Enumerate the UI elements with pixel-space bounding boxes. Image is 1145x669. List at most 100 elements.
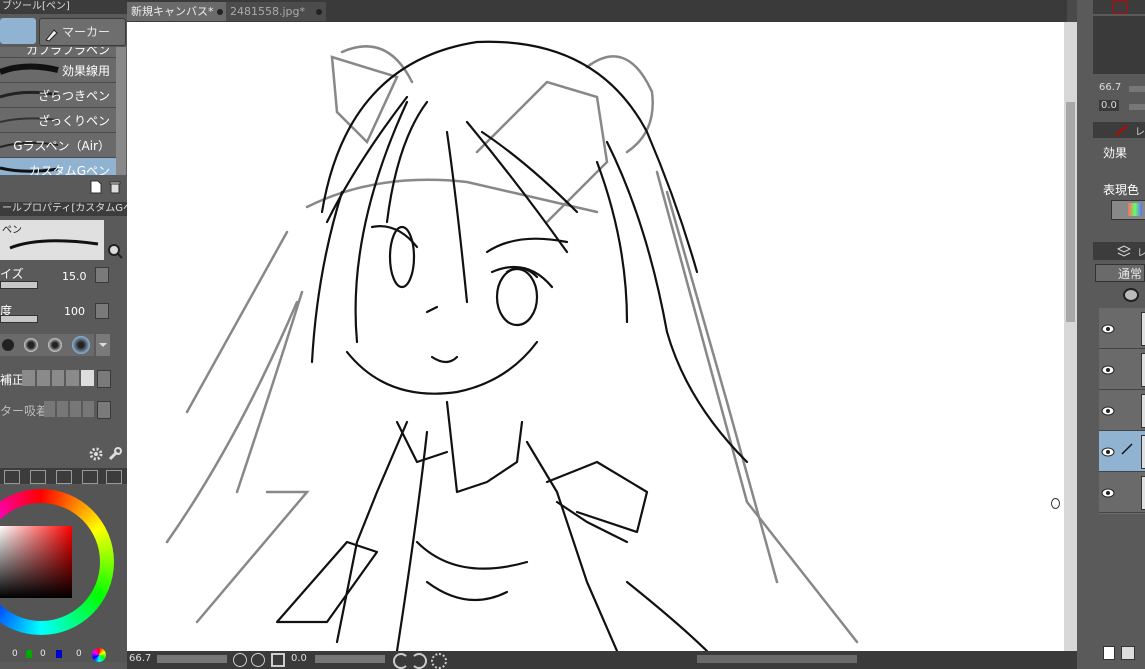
layer-property-header: レ	[1093, 122, 1145, 138]
eye-icon[interactable]	[1100, 486, 1116, 500]
brush-cursor	[1051, 498, 1060, 509]
brush-item[interactable]: ざっくりペン	[0, 108, 116, 133]
opacity-value[interactable]: 100	[64, 305, 85, 318]
opacity-slider[interactable]	[0, 315, 38, 323]
tool-property-header: ールプロパティ[カスタムGペン]	[0, 202, 129, 216]
zoom-icon[interactable]	[106, 242, 124, 260]
correction-arrow-button[interactable]	[97, 370, 111, 388]
horizontal-scroll-thumb[interactable]	[697, 655, 857, 663]
zoom-slider[interactable]	[157, 655, 227, 663]
correction-level-buttons[interactable]	[22, 370, 94, 386]
zoom-out-icon[interactable]	[233, 653, 247, 667]
wrench-icon[interactable]	[107, 446, 123, 462]
settings-gear-icon[interactable]	[88, 446, 104, 462]
size-slider[interactable]	[0, 281, 38, 289]
brush-shape-row[interactable]	[0, 334, 94, 356]
tab-new-canvas[interactable]: 新規キャンバス*	[127, 2, 227, 21]
eye-icon[interactable]	[1100, 445, 1116, 459]
brush-list[interactable]: カブラブラペン 効果線用 ざらつきペン ざっくりペン Gラスペン（Air） カス…	[0, 47, 116, 175]
brush-tip-softer-icon[interactable]	[48, 338, 62, 352]
layer-thumbnail	[1141, 353, 1145, 387]
color-mode-swatch-icon	[1128, 203, 1142, 216]
display-color-label: 表現色	[1103, 183, 1140, 197]
display-color-button[interactable]	[1111, 200, 1145, 220]
document-tab-bar: 新規キャンバス* 2481558.jpg*	[127, 0, 1067, 22]
eye-icon[interactable]	[1100, 363, 1116, 377]
size-label: イズ	[0, 267, 24, 281]
color-mode-icon[interactable]	[92, 648, 106, 662]
layer-panel-header: レ	[1093, 242, 1145, 260]
chevron-down-icon[interactable]	[96, 334, 110, 356]
canvas-vertical-scrollbar[interactable]	[1064, 22, 1077, 651]
effect-label: 効果	[1103, 146, 1128, 160]
brush-item[interactable]: 効果線用	[0, 58, 116, 83]
eye-icon[interactable]	[1100, 322, 1116, 336]
marker-icon	[44, 25, 58, 42]
new-folder-icon[interactable]	[1121, 646, 1135, 660]
marker-label: マーカー	[62, 25, 111, 39]
opacity-knob-icon[interactable]	[1123, 288, 1139, 302]
rotate-right-icon[interactable]	[411, 653, 427, 669]
color-set-tab-icon[interactable]	[30, 470, 46, 484]
reset-rotation-icon[interactable]	[431, 653, 447, 669]
intermediate-color-tab-icon[interactable]	[56, 470, 72, 484]
rotation-readout[interactable]: 0.0	[291, 653, 307, 664]
pen-subtool-button[interactable]	[0, 18, 36, 44]
layer-thumbnail	[1141, 435, 1145, 469]
brush-tip-selected-icon[interactable]	[72, 336, 90, 354]
blue-swatch	[56, 650, 62, 658]
close-icon[interactable]	[217, 9, 223, 15]
layers-icon[interactable]	[1116, 244, 1132, 258]
navigator-angle-value[interactable]: 0.0	[1099, 100, 1119, 111]
brush-tip-hard-icon[interactable]	[2, 339, 14, 351]
zoom-readout[interactable]: 66.7	[129, 653, 151, 664]
trash-icon[interactable]	[108, 180, 122, 194]
brush-item[interactable]: カブラブラペン	[0, 47, 116, 58]
navigator-icon[interactable]	[1113, 1, 1127, 13]
navigator-header	[1093, 0, 1145, 14]
size-value[interactable]: 15.0	[62, 270, 87, 283]
left-panel: ブツール[ペン] マーカー カブラブラペン 効果線用 ざらつきペン ざっくりペン…	[0, 0, 129, 669]
correction-label: 補正	[0, 373, 25, 387]
scroll-thumb[interactable]	[1066, 102, 1075, 322]
blend-mode-select[interactable]: 通常	[1095, 264, 1145, 282]
status-bar: 66.7 0.0	[127, 651, 1077, 669]
eye-icon[interactable]	[1100, 404, 1116, 418]
rgb-readout: 0 0 0	[0, 648, 127, 662]
layer-thumbnail	[1141, 312, 1145, 346]
vector-snap-buttons[interactable]	[44, 401, 94, 417]
drawing-canvas[interactable]	[127, 22, 1064, 651]
lineart-illustration	[165, 40, 859, 651]
color-panel-tabs[interactable]	[0, 468, 127, 484]
rotate-left-icon[interactable]	[393, 653, 409, 669]
brush-item[interactable]: Gラスペン（Air）	[0, 133, 116, 158]
brush-tip-soft-icon[interactable]	[24, 338, 38, 352]
tab-2481558-jpg[interactable]: 2481558.jpg*	[226, 2, 326, 21]
pen-nib-icon[interactable]	[1115, 124, 1129, 136]
brush-item-selected[interactable]: カスタムGペン	[0, 158, 116, 175]
vector-snap-arrow-button[interactable]	[97, 401, 111, 419]
vector-snap-label: ター吸着	[0, 404, 49, 418]
new-layer-icon[interactable]	[1103, 646, 1115, 660]
approx-color-tab-icon[interactable]	[82, 470, 98, 484]
brush-item[interactable]: ざらつきペン	[0, 83, 116, 108]
green-swatch	[26, 650, 32, 658]
brush-list-scrollbar[interactable]	[116, 47, 126, 175]
saturation-value-square[interactable]	[0, 526, 72, 598]
close-icon[interactable]	[316, 9, 322, 15]
color-wheel-tab-icon[interactable]	[4, 470, 20, 484]
history-tab-icon[interactable]	[106, 470, 122, 484]
navigator-preview[interactable]	[1093, 16, 1145, 74]
navigator-zoom-slider[interactable]	[1129, 86, 1145, 92]
new-document-icon[interactable]	[90, 180, 102, 194]
fit-screen-icon[interactable]	[271, 653, 285, 667]
navigator-angle-slider[interactable]	[1129, 104, 1145, 110]
navigator-zoom-value[interactable]: 66.7	[1099, 82, 1121, 93]
brush-preview: ペン	[0, 220, 104, 260]
zoom-in-icon[interactable]	[251, 653, 265, 667]
rotation-slider[interactable]	[315, 655, 385, 663]
marker-subtool-button[interactable]: マーカー	[39, 18, 126, 46]
size-pressure-button[interactable]	[95, 267, 109, 283]
layer-thumbnail	[1141, 394, 1145, 428]
opacity-button[interactable]	[95, 303, 109, 319]
